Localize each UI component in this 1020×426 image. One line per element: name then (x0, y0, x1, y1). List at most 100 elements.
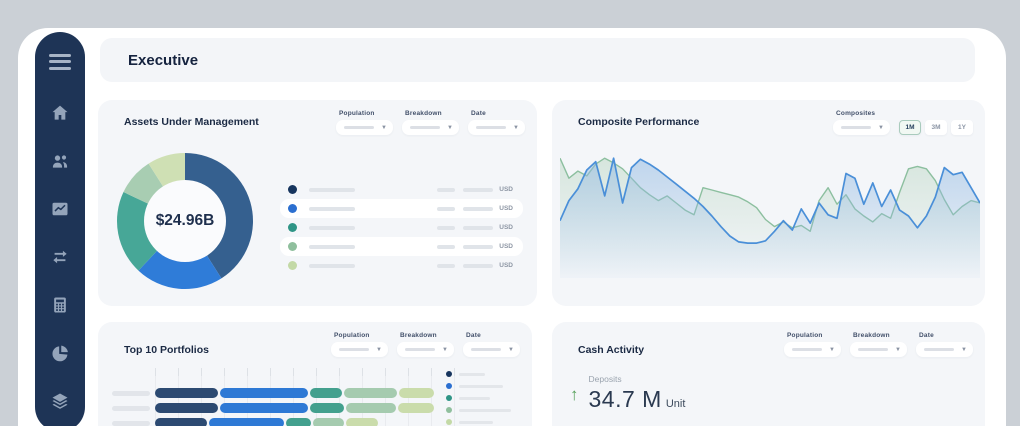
legend-name-placeholder (309, 188, 355, 192)
grid-tick (431, 368, 432, 376)
chevron-down-icon: ▼ (376, 347, 382, 353)
aum-legend-row[interactable]: USD (280, 199, 523, 218)
legend-value-placeholder (437, 188, 455, 192)
bar-segment-0 (155, 418, 207, 426)
performance-icon[interactable] (50, 199, 70, 219)
layers-icon[interactable] (50, 391, 70, 411)
top10-legend-row (446, 416, 518, 426)
aum-donut-chart[interactable]: $24.96B (114, 150, 256, 292)
grid-tick (316, 368, 317, 376)
legend-dot (446, 383, 452, 389)
range-button-group: 1M 3M 1Y (899, 120, 973, 135)
placeholder-dash (405, 348, 435, 351)
page-header: Executive (100, 38, 975, 82)
metric-unit: Unit (666, 398, 686, 410)
filter-select[interactable]: ▼ (850, 342, 907, 357)
calculator-icon[interactable] (50, 295, 70, 315)
transactions-icon[interactable] (50, 247, 70, 267)
filter-select[interactable]: ▼ (336, 120, 393, 135)
top10-legend (446, 368, 518, 426)
allocation-icon[interactable] (50, 343, 70, 363)
top10-legend-row (446, 380, 518, 392)
aum-legend-row[interactable]: USD (280, 218, 523, 237)
filter-select[interactable]: ▼ (468, 120, 525, 135)
top10-legend-row (446, 404, 518, 416)
clients-icon[interactable] (50, 151, 70, 171)
metric-value: 34.7 M (589, 386, 662, 413)
bar-segment-2 (286, 418, 312, 426)
filter-select[interactable]: ▼ (397, 342, 454, 357)
card-cash-activity: Cash Activity Population▼Breakdown▼Date▼… (552, 322, 985, 426)
placeholder-dash (344, 126, 374, 129)
range-button-3m[interactable]: 3M (925, 120, 947, 135)
aum-legend-row[interactable]: USD (280, 237, 523, 256)
chevron-down-icon: ▼ (442, 347, 448, 353)
filter-label: Date (471, 110, 525, 117)
card-title: Cash Activity (578, 344, 644, 356)
filter-label: Population (787, 332, 841, 339)
bar-segment-1 (220, 388, 308, 398)
legend-value-placeholder (437, 226, 455, 230)
filter-select[interactable]: ▼ (402, 120, 459, 135)
filter-label: Date (919, 332, 973, 339)
composite-line-chart[interactable] (560, 134, 980, 300)
bar-segment-0 (155, 388, 218, 398)
legend-name-placeholder (459, 409, 511, 412)
chevron-down-icon: ▼ (447, 125, 453, 131)
legend-name-placeholder (309, 226, 355, 230)
grid-tick (270, 368, 271, 376)
filter-dropdown-date: Date ▼ (916, 332, 973, 357)
chevron-down-icon: ▼ (895, 347, 901, 353)
top10-legend-row (446, 392, 518, 404)
filter-select[interactable]: ▼ (916, 342, 973, 357)
aum-legend-row[interactable]: USD (280, 256, 523, 275)
chevron-down-icon: ▼ (508, 347, 514, 353)
filter-label: Composites (836, 110, 890, 117)
chevron-down-icon: ▼ (513, 125, 519, 131)
up-arrow-icon: ↑ (570, 385, 579, 413)
legend-name-placeholder (459, 385, 503, 388)
filter-dropdown-population: Population ▼ (784, 332, 841, 357)
cash-filters: Population▼Breakdown▼Date▼ (784, 332, 973, 357)
card-composite-performance: Composite Performance Composites ▼ 1M 3M 1Y (552, 100, 985, 306)
filter-select[interactable]: ▼ (784, 342, 841, 357)
grid-tick (362, 368, 363, 376)
hamburger-menu-icon[interactable] (49, 50, 71, 73)
placeholder-dash (858, 348, 888, 351)
filter-select[interactable]: ▼ (463, 342, 520, 357)
filter-label: Breakdown (405, 110, 459, 117)
placeholder-dash (792, 348, 822, 351)
legend-amount-placeholder (463, 226, 493, 230)
legend-amount-placeholder (463, 245, 493, 249)
filter-label: Population (339, 110, 393, 117)
range-button-1y[interactable]: 1Y (951, 120, 973, 135)
filter-select[interactable]: ▼ (833, 120, 890, 135)
page-title: Executive (128, 52, 198, 69)
cash-deposits-metric: ↑ Deposits 34.7 M Unit (570, 374, 685, 413)
filter-dropdown-breakdown: Breakdown▼ (850, 332, 907, 357)
aum-legend-row[interactable]: USD (280, 180, 523, 199)
legend-amount-placeholder (463, 188, 493, 192)
placeholder-dash (471, 348, 501, 351)
card-title: Composite Performance (578, 116, 699, 128)
legend-name-placeholder (309, 245, 355, 249)
bar-segment-1 (220, 403, 308, 413)
legend-dot (288, 223, 297, 232)
bar-segment-4 (346, 418, 378, 426)
filter-select[interactable]: ▼ (331, 342, 388, 357)
home-icon[interactable] (50, 103, 70, 123)
filter-dropdown-population: Population▼ (331, 332, 388, 357)
chevron-down-icon: ▼ (961, 347, 967, 353)
filter-dropdown-breakdown: Breakdown ▼ (402, 110, 459, 135)
legend-name-placeholder (459, 421, 493, 424)
legend-value-placeholder (437, 245, 455, 249)
range-button-1m[interactable]: 1M (899, 120, 921, 135)
card-top-10-portfolios: Top 10 Portfolios Population▼Breakdown▼D… (98, 322, 532, 426)
currency-label: USD (499, 224, 513, 231)
grid-tick (385, 368, 386, 376)
legend-name-placeholder (459, 373, 485, 376)
currency-label: USD (499, 186, 513, 193)
placeholder-dash (410, 126, 440, 129)
top10-filters: Population▼Breakdown▼Date▼ (331, 332, 520, 357)
bar-segment-4 (399, 388, 434, 398)
